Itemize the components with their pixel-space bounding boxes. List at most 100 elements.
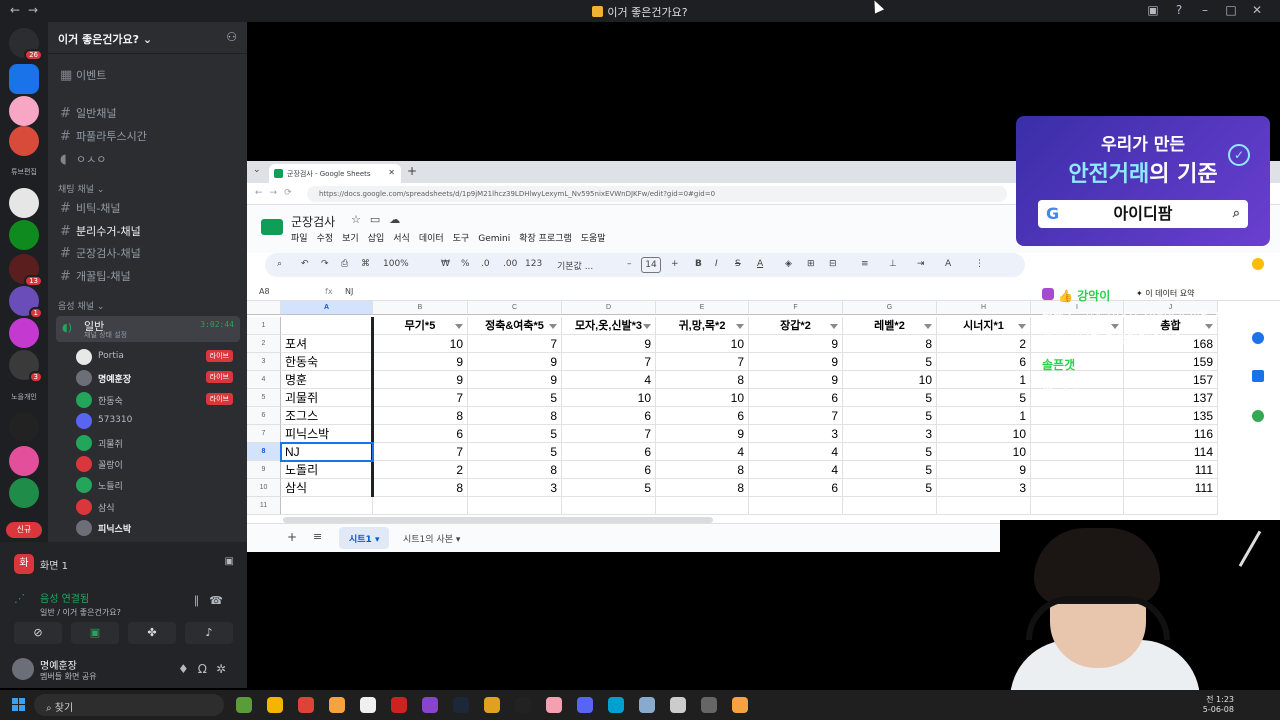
filter-dropdown-icon[interactable] xyxy=(1018,324,1026,329)
grid-cell[interactable]: 8 xyxy=(373,479,468,497)
add-sheet-icon[interactable]: + xyxy=(287,530,297,544)
taskbar-app-icon[interactable] xyxy=(298,697,314,713)
decrease-font-icon[interactable]: – xyxy=(627,259,632,269)
menu-item[interactable]: 확장 프로그램 xyxy=(519,234,572,244)
voice-member[interactable]: 573310 xyxy=(76,412,241,430)
server-icon-5[interactable]: 13 xyxy=(9,254,43,287)
grid-cell[interactable]: 10 xyxy=(562,389,656,407)
activities-button[interactable]: ✤ xyxy=(128,622,176,644)
all-sheets-icon[interactable]: ≡ xyxy=(313,530,322,543)
row-header[interactable]: 5 xyxy=(247,389,281,407)
increase-decimal-button[interactable]: .00 xyxy=(503,259,517,269)
row-header[interactable]: 7 xyxy=(247,425,281,443)
filter-dropdown-icon[interactable] xyxy=(643,324,651,329)
sheets-logo-icon[interactable] xyxy=(261,219,283,235)
taskbar-app-icon[interactable] xyxy=(422,697,438,713)
menu-item[interactable]: Gemini xyxy=(478,234,510,244)
grid-cell[interactable]: 8 xyxy=(373,407,468,425)
row-header[interactable]: 10 xyxy=(247,479,281,497)
invite-icon[interactable]: ⚇ xyxy=(226,30,237,44)
header-cell[interactable]: 정축&여축*5 xyxy=(468,317,562,335)
grid-cell[interactable]: 5 xyxy=(468,443,562,461)
voice-member[interactable]: 꼴랑이 xyxy=(76,455,1088,473)
voice-member[interactable]: 명예훈장 라이브 xyxy=(76,369,241,387)
stop-share-icon[interactable]: ▣ xyxy=(225,556,234,567)
grid-cell[interactable]: 1 xyxy=(937,407,1031,425)
grid-cell[interactable]: 111 xyxy=(1124,461,1218,479)
grid-cell[interactable]: 노돌리 xyxy=(281,461,373,479)
folder-icon[interactable]: ▭ xyxy=(370,213,389,226)
summary-chip[interactable]: ✦ 이 데이터 요약 xyxy=(1136,288,1195,299)
filter-dropdown-icon[interactable] xyxy=(455,324,463,329)
taskbar-app-icon[interactable] xyxy=(515,697,531,713)
grid-cell[interactable]: 111 xyxy=(1124,479,1218,497)
filter-dropdown-icon[interactable] xyxy=(830,324,838,329)
header-cell[interactable]: 무기*5 xyxy=(373,317,468,335)
grid-cell[interactable]: 135 xyxy=(1124,407,1218,425)
grid-cell[interactable]: 8 xyxy=(656,461,749,479)
wrap-icon[interactable]: ⇥ xyxy=(917,259,925,269)
number-format-button[interactable]: 123 xyxy=(525,259,542,269)
grid-cell[interactable] xyxy=(1031,461,1124,479)
camera-off-button[interactable]: ⊘ xyxy=(14,622,62,644)
channel-item[interactable]: # 군장검사-채널 xyxy=(56,242,240,262)
voice-member[interactable]: 괴물쥐 xyxy=(76,434,241,452)
taskbar-app-icon[interactable] xyxy=(236,697,252,713)
grid-cell[interactable]: 10 xyxy=(656,389,749,407)
grid-cell[interactable] xyxy=(281,497,373,515)
grid-cell[interactable]: 7 xyxy=(468,335,562,353)
column-header[interactable]: D xyxy=(562,301,656,315)
percent-button[interactable]: % xyxy=(461,259,470,269)
guild-header[interactable]: 이거 좋은건가요? ⌄ ⚇ xyxy=(48,22,247,54)
paint-format-icon[interactable]: ⌘ xyxy=(361,259,370,269)
close-tab-icon[interactable]: ✕ xyxy=(388,168,395,177)
grid-cell[interactable] xyxy=(843,497,937,515)
filter-dropdown-icon[interactable] xyxy=(549,324,557,329)
grid-cell[interactable]: 9 xyxy=(937,461,1031,479)
star-icon[interactable]: ☆ xyxy=(351,213,370,226)
grid-cell[interactable]: 4 xyxy=(749,443,843,461)
grid-cell[interactable]: 5 xyxy=(843,443,937,461)
maximize-button[interactable]: □ xyxy=(1218,3,1244,17)
server-icon-2[interactable] xyxy=(9,96,39,126)
avatar[interactable] xyxy=(12,658,34,680)
grid-cell[interactable]: 8 xyxy=(656,371,749,389)
header-cell[interactable]: 시너지*1 xyxy=(937,317,1031,335)
borders-icon[interactable]: ⊞ xyxy=(807,259,815,269)
header-cell[interactable]: 레벨*2 xyxy=(843,317,937,335)
column-header[interactable]: C xyxy=(468,301,562,315)
grid-cell[interactable]: 3 xyxy=(468,479,562,497)
grid-cell[interactable]: 7 xyxy=(749,407,843,425)
grid-cell[interactable] xyxy=(1031,443,1124,461)
category-voice[interactable]: 음성 채널 ⌄ xyxy=(58,299,104,312)
grid-cell[interactable] xyxy=(656,497,749,515)
grid-cell[interactable]: 5 xyxy=(843,353,937,371)
taskbar-search[interactable]: ⌕ 찾기 xyxy=(34,694,224,716)
header-cell[interactable]: 귀,망,목*2 xyxy=(656,317,749,335)
grid-cell[interactable]: 7 xyxy=(562,353,656,371)
italic-button[interactable]: I xyxy=(715,259,718,269)
taskbar-app-icon[interactable] xyxy=(732,697,748,713)
taskbar-app-icon[interactable] xyxy=(608,697,624,713)
grid-corner[interactable] xyxy=(247,301,281,315)
screen-share-button[interactable]: ▣ xyxy=(71,622,119,644)
voice-member[interactable]: 노들리 xyxy=(76,476,241,494)
xbox-server-icon[interactable] xyxy=(9,220,39,250)
headphone-icon[interactable]: Ω xyxy=(198,662,216,676)
currency-button[interactable]: ₩ xyxy=(441,259,450,269)
grid-cell[interactable]: 피닉스박 xyxy=(281,425,373,443)
taskbar-app-icon[interactable] xyxy=(577,697,593,713)
grid-cell[interactable]: 5 xyxy=(562,479,656,497)
column-header[interactable]: E xyxy=(656,301,749,315)
voice-member[interactable]: Portia 라이브 xyxy=(76,348,241,366)
channel-item[interactable]: # 분리수거-채널 xyxy=(56,220,240,240)
taskbar-app-icon[interactable] xyxy=(267,697,283,713)
windows-start-icon[interactable] xyxy=(12,698,26,712)
grid-cell[interactable]: 116 xyxy=(1124,425,1218,443)
grid-cell[interactable] xyxy=(1031,425,1124,443)
merge-icon[interactable]: ⊟ xyxy=(829,259,837,269)
voice-channel-active[interactable]: ◖) 일반 채널 상태 설정 3:02:44 xyxy=(56,316,240,342)
direct-messages-icon[interactable]: 26 xyxy=(9,28,43,61)
grid-cell[interactable] xyxy=(749,497,843,515)
rotate-icon[interactable]: A xyxy=(945,259,951,269)
